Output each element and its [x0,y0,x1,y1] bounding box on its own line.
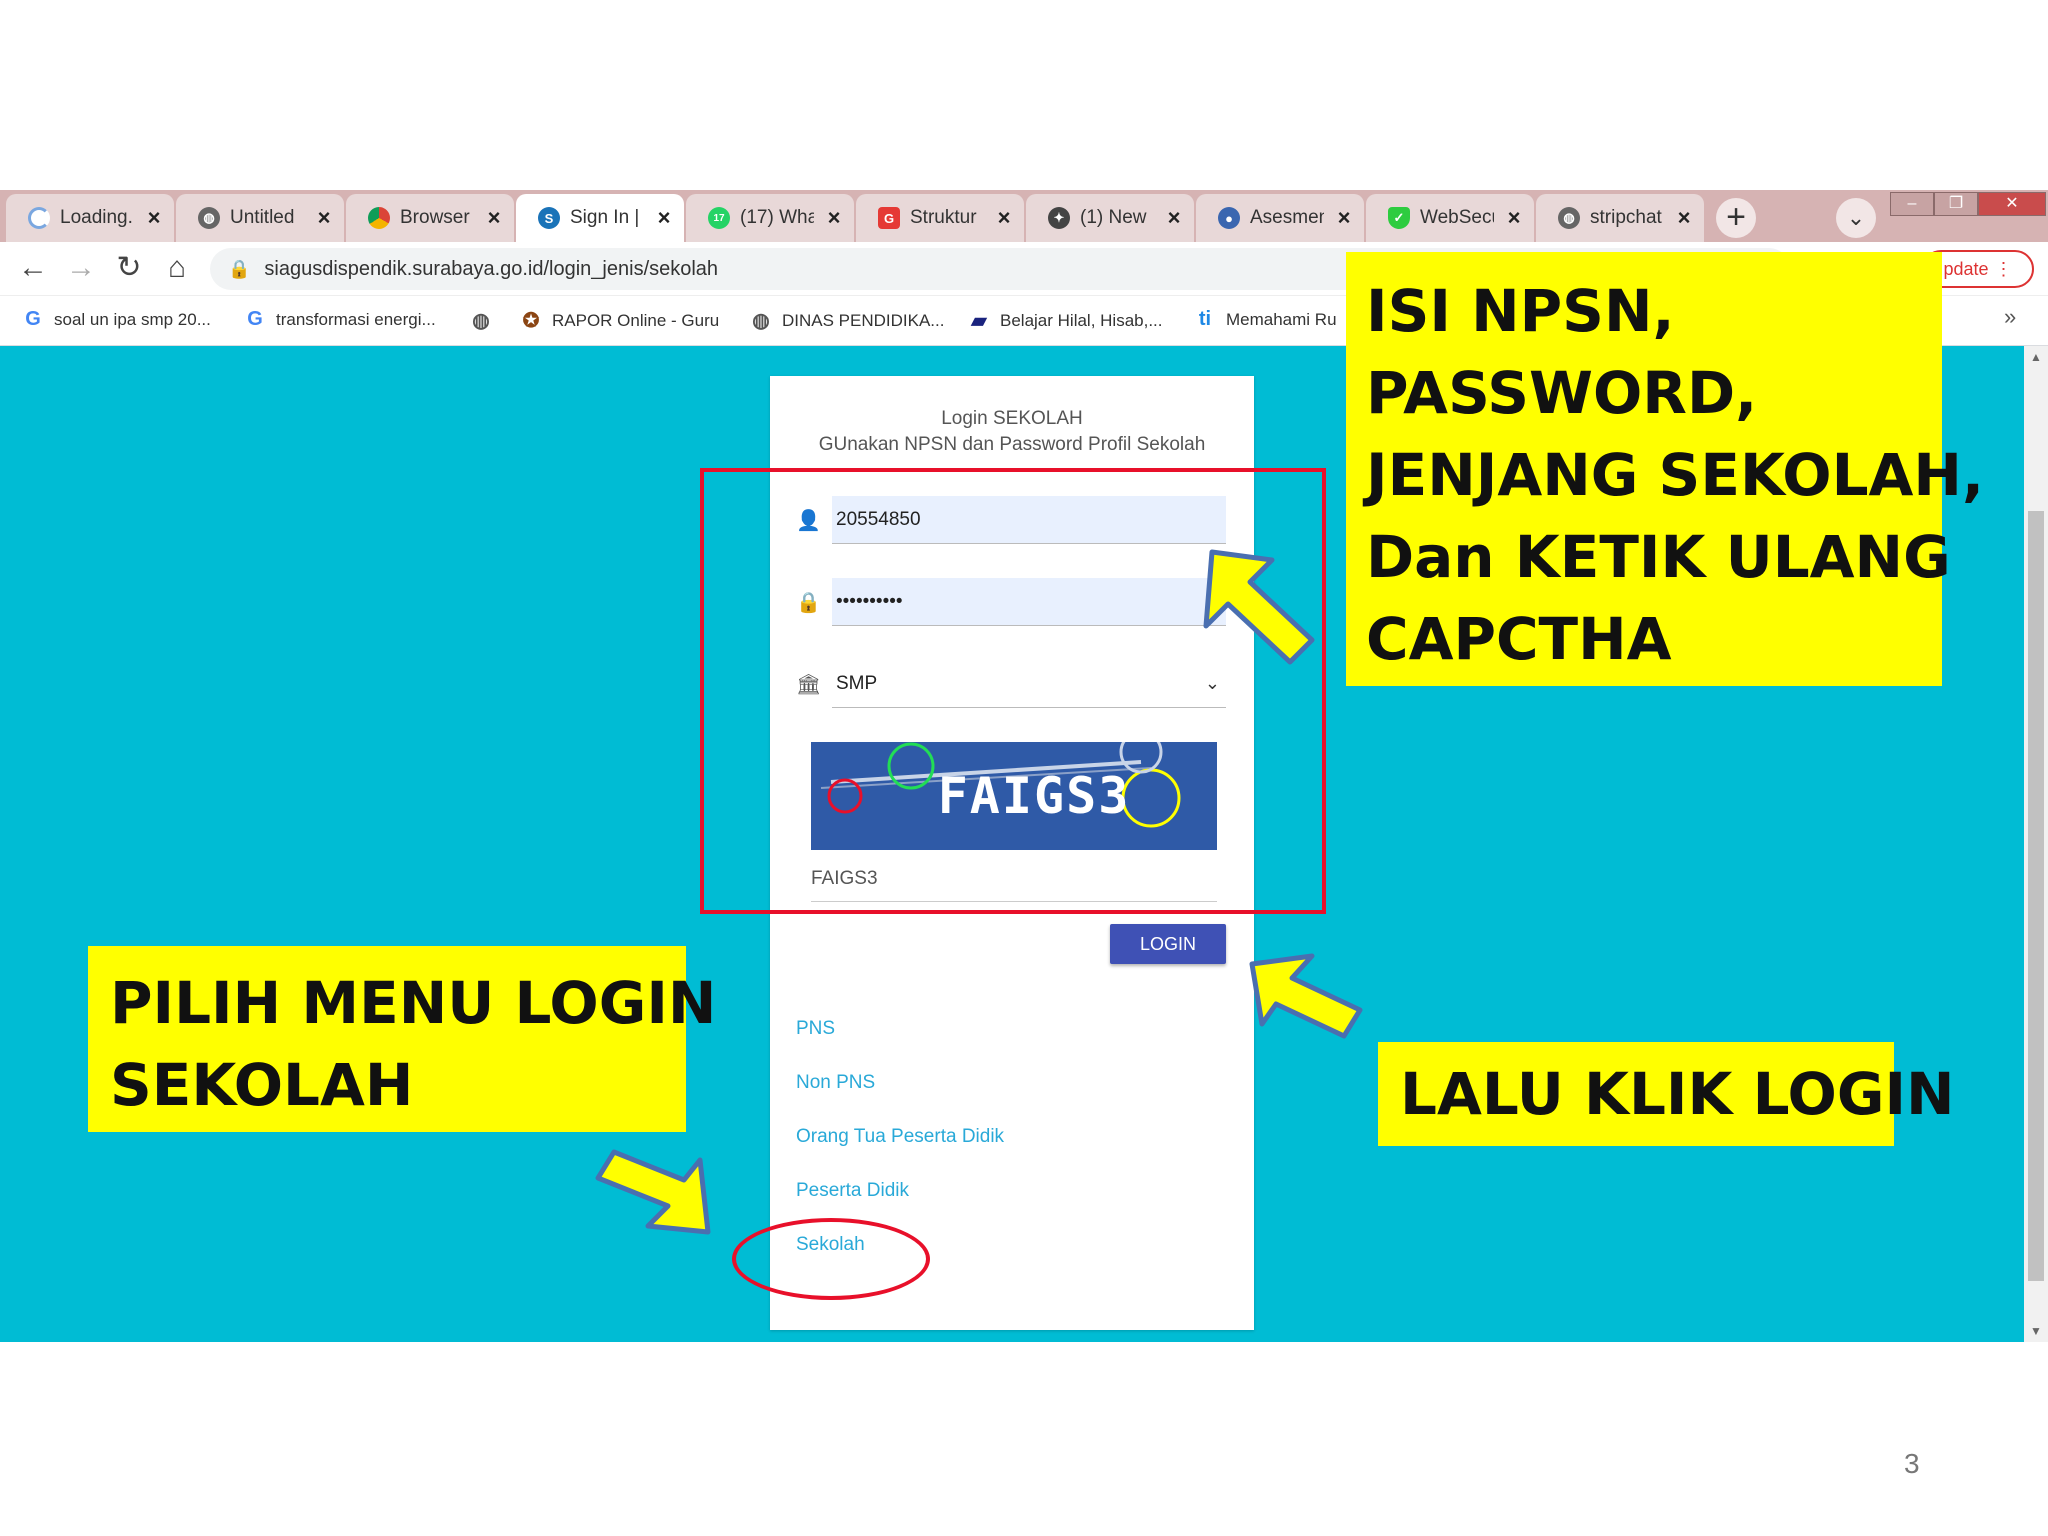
annotation-choose-menu: PILIH MENU LOGIN SEKOLAH [88,946,716,1132]
annotation-click-login: LALU KLIK LOGIN [1378,1042,1955,1146]
annotation-fill-fields: ISI NPSN, PASSWORD, JENJANG SEKOLAH, Dan… [1346,252,1984,686]
annotation-arrows [595,549,1363,1235]
slide-page-number: 3 [1904,1448,1920,1479]
arrow-icon [595,1149,711,1235]
arrow-icon [1203,549,1315,665]
arrow-icon [1249,953,1363,1039]
